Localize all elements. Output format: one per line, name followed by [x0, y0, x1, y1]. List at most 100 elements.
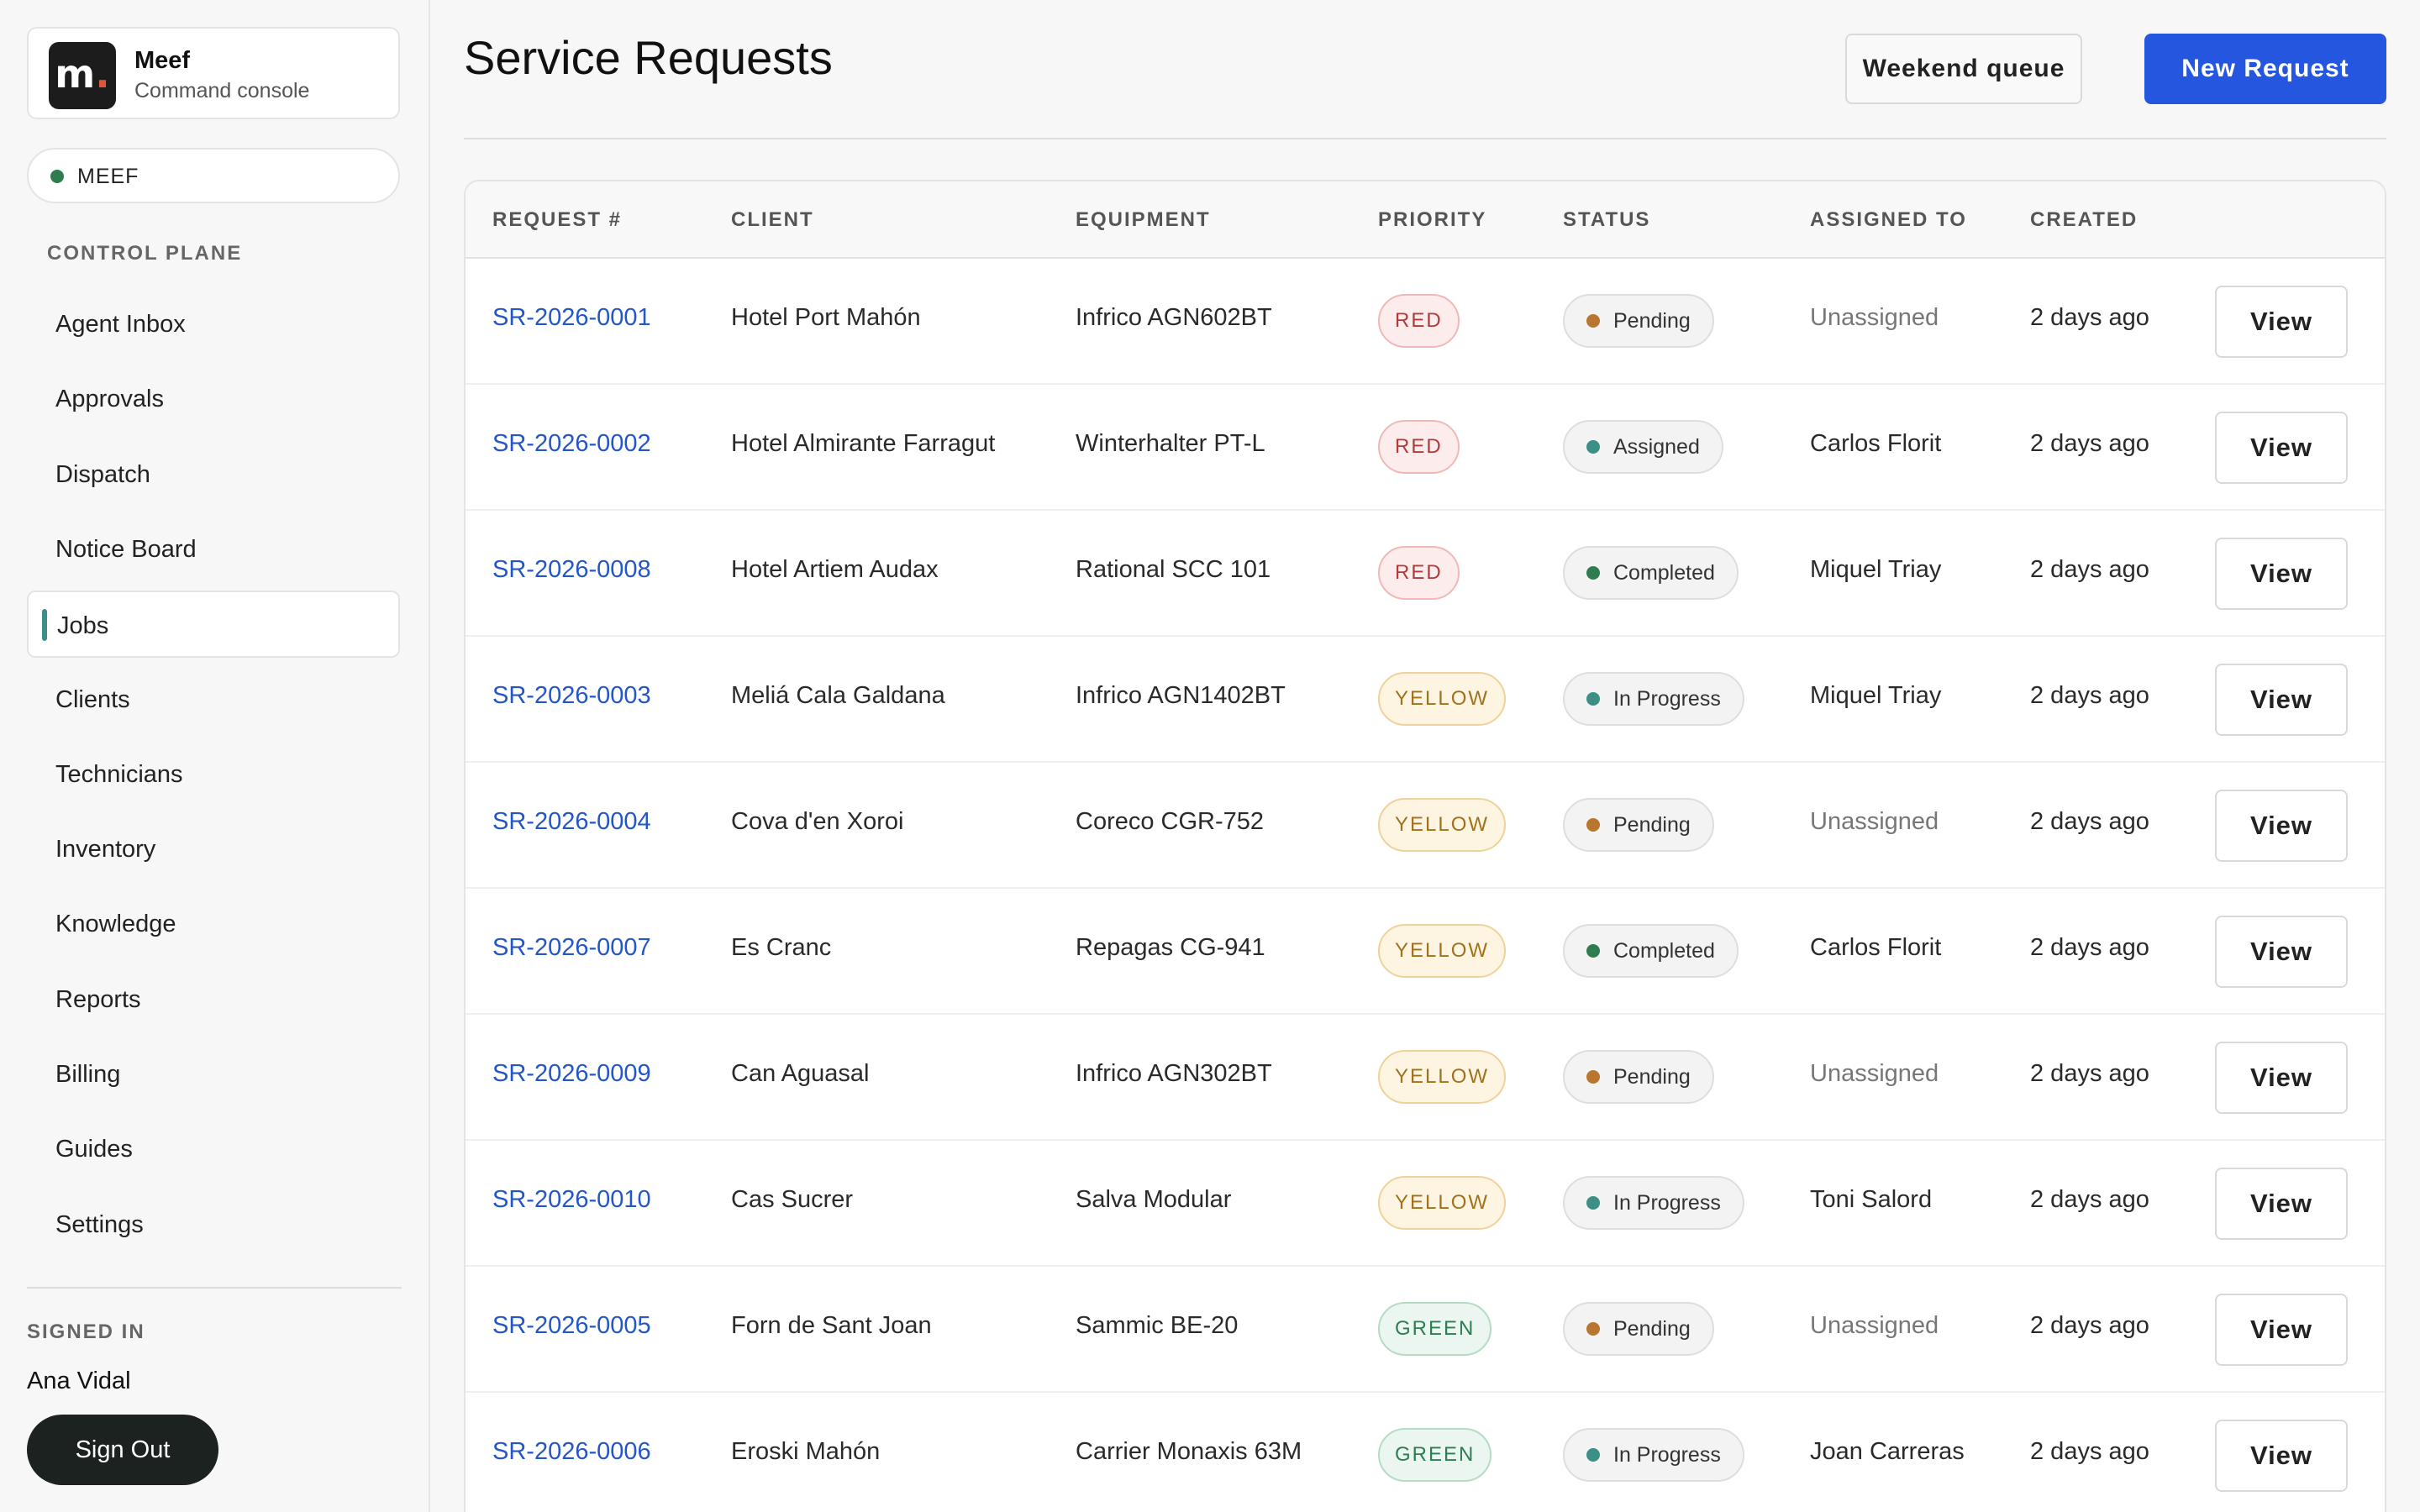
view-button[interactable]: View — [2215, 1042, 2348, 1114]
table-row: SR-2026-0003 Meliá Cala Galdana Infrico AG… — [466, 637, 2385, 763]
request-id-link[interactable]: SR-2026-0007 — [492, 934, 651, 962]
status-label: Assigned — [1613, 435, 1700, 459]
equipment-name: Infrico AGN602BT — [1076, 304, 1272, 331]
column-header-equipment: EQUIPMENT — [1076, 208, 1211, 231]
status-dot — [1586, 314, 1600, 328]
sidebar-item-knowledge[interactable]: Knowledge — [27, 890, 400, 958]
status-badge: Completed — [1563, 924, 1739, 978]
sidebar-item-clients[interactable]: Clients — [27, 666, 400, 733]
equipment-name: Infrico AGN302BT — [1076, 1060, 1272, 1087]
column-header-request: REQUEST # — [492, 208, 623, 231]
request-id-link[interactable]: SR-2026-0002 — [492, 430, 651, 458]
created-date: 2 days ago — [2030, 1060, 2149, 1087]
request-id-link[interactable]: SR-2026-0003 — [492, 682, 651, 710]
request-id-link[interactable]: SR-2026-0004 — [492, 808, 651, 836]
active-indicator — [42, 609, 47, 642]
status-label: Pending — [1613, 813, 1691, 837]
brand-name: Meef — [134, 47, 191, 74]
new-request-button[interactable]: New Request — [2144, 34, 2386, 104]
page-title: Service Requests — [464, 31, 833, 84]
column-header-status: STATUS — [1563, 208, 1651, 231]
equipment-name: Salva Modular — [1076, 1186, 1232, 1213]
priority-badge: YELLOW — [1378, 1050, 1507, 1104]
client-name: Es Cranc — [731, 934, 832, 961]
sidebar-section-title: CONTROL PLANE — [47, 242, 243, 265]
sidebar-item-dispatch[interactable]: Dispatch — [27, 441, 400, 508]
priority-badge: GREEN — [1378, 1302, 1492, 1356]
request-id-link[interactable]: SR-2026-0001 — [492, 304, 651, 332]
sidebar-item-settings[interactable]: Settings — [27, 1191, 400, 1258]
table-row: SR-2026-0008 Hotel Artiem Audax Rational S… — [466, 511, 2385, 637]
request-id-link[interactable]: SR-2026-0006 — [492, 1438, 651, 1466]
table-row: SR-2026-0001 Hotel Port Mahón Infrico AGN6… — [466, 259, 2385, 385]
sidebar-item-guides[interactable]: Guides — [27, 1116, 400, 1183]
created-date: 2 days ago — [2030, 808, 2149, 835]
equipment-name: Winterhalter PT-L — [1076, 430, 1265, 457]
status-dot — [1586, 1322, 1600, 1336]
environment-selector[interactable]: MEEF — [27, 148, 400, 203]
table-row: SR-2026-0002 Hotel Almirante Farragut Wint… — [466, 385, 2385, 511]
client-name: Can Aguasal — [731, 1060, 870, 1087]
request-id-link[interactable]: SR-2026-0010 — [492, 1186, 651, 1214]
table-row: SR-2026-0007 Es Cranc Repagas CG-941 YELLOW… — [466, 889, 2385, 1015]
status-label: Completed — [1613, 561, 1715, 585]
assigned-to: Toni Salord — [1810, 1186, 1933, 1213]
sidebar-item-inventory[interactable]: Inventory — [27, 816, 400, 883]
table-header: REQUEST # CLIENT EQUIPMENT PRIORITY STAT… — [466, 181, 2385, 259]
request-id-link[interactable]: SR-2026-0005 — [492, 1312, 651, 1340]
request-id-link[interactable]: SR-2026-0009 — [492, 1060, 651, 1088]
sidebar-item-label: Settings — [55, 1210, 144, 1238]
sidebar-item-label: Notice Board — [55, 535, 197, 563]
equipment-name: Repagas CG-941 — [1076, 934, 1265, 961]
sidebar-item-technicians[interactable]: Technicians — [27, 741, 400, 808]
environment-label: MEEF — [77, 165, 139, 188]
brand-logo-dot: . — [95, 51, 110, 97]
assigned-to: Unassigned — [1810, 808, 1939, 835]
status-badge: Pending — [1563, 1050, 1714, 1104]
created-date: 2 days ago — [2030, 682, 2149, 709]
view-button[interactable]: View — [2215, 664, 2348, 736]
view-button[interactable]: View — [2215, 1420, 2348, 1492]
view-button[interactable]: View — [2215, 1294, 2348, 1366]
request-id-link[interactable]: SR-2026-0008 — [492, 556, 651, 584]
weekend-queue-button[interactable]: Weekend queue — [1845, 34, 2082, 104]
client-name: Hotel Almirante Farragut — [731, 430, 996, 457]
status-badge: In Progress — [1563, 672, 1744, 726]
sidebar-item-notice-board[interactable]: Notice Board — [27, 516, 400, 583]
status-dot — [1586, 944, 1600, 958]
status-dot — [1586, 1448, 1600, 1462]
status-badge: Pending — [1563, 1302, 1714, 1356]
sidebar-item-approvals[interactable]: Approvals — [27, 365, 400, 433]
sidebar-item-reports[interactable]: Reports — [27, 966, 400, 1033]
status-label: In Progress — [1613, 1191, 1721, 1215]
status-badge: In Progress — [1563, 1428, 1744, 1482]
status-badge: Pending — [1563, 798, 1714, 852]
table-row: SR-2026-0005 Forn de Sant Joan Sammic BE-2… — [466, 1267, 2385, 1393]
status-badge: Assigned — [1563, 420, 1723, 474]
view-button[interactable]: View — [2215, 916, 2348, 988]
view-button[interactable]: View — [2215, 538, 2348, 610]
assigned-to: Miquel Triay — [1810, 556, 1942, 583]
sidebar-item-jobs[interactable]: Jobs — [27, 591, 400, 659]
view-button[interactable]: View — [2215, 412, 2348, 484]
brand-logo: m. — [49, 42, 116, 109]
view-button[interactable]: View — [2215, 790, 2348, 862]
priority-badge: RED — [1378, 420, 1460, 474]
status-badge: Pending — [1563, 294, 1714, 348]
sidebar-item-label: Jobs — [57, 612, 109, 640]
sign-out-button[interactable]: Sign Out — [27, 1415, 218, 1485]
created-date: 2 days ago — [2030, 1438, 2149, 1465]
column-header-priority: PRIORITY — [1378, 208, 1487, 231]
sidebar-item-billing[interactable]: Billing — [27, 1041, 400, 1108]
brand-card[interactable]: m. Meef Command console — [27, 27, 400, 119]
sidebar-item-label: Knowledge — [55, 911, 176, 938]
sidebar-item-label: Technicians — [55, 760, 183, 788]
view-button[interactable]: View — [2215, 1168, 2348, 1240]
assigned-to: Unassigned — [1810, 304, 1939, 331]
table-row: SR-2026-0006 Eroski Mahón Carrier Monaxis … — [466, 1393, 2385, 1512]
client-name: Hotel Port Mahón — [731, 304, 921, 331]
sidebar-item-agent-inbox[interactable]: Agent Inbox — [27, 291, 400, 358]
header-divider — [464, 138, 2386, 139]
column-header-created: CREATED — [2030, 208, 2139, 231]
view-button[interactable]: View — [2215, 286, 2348, 358]
